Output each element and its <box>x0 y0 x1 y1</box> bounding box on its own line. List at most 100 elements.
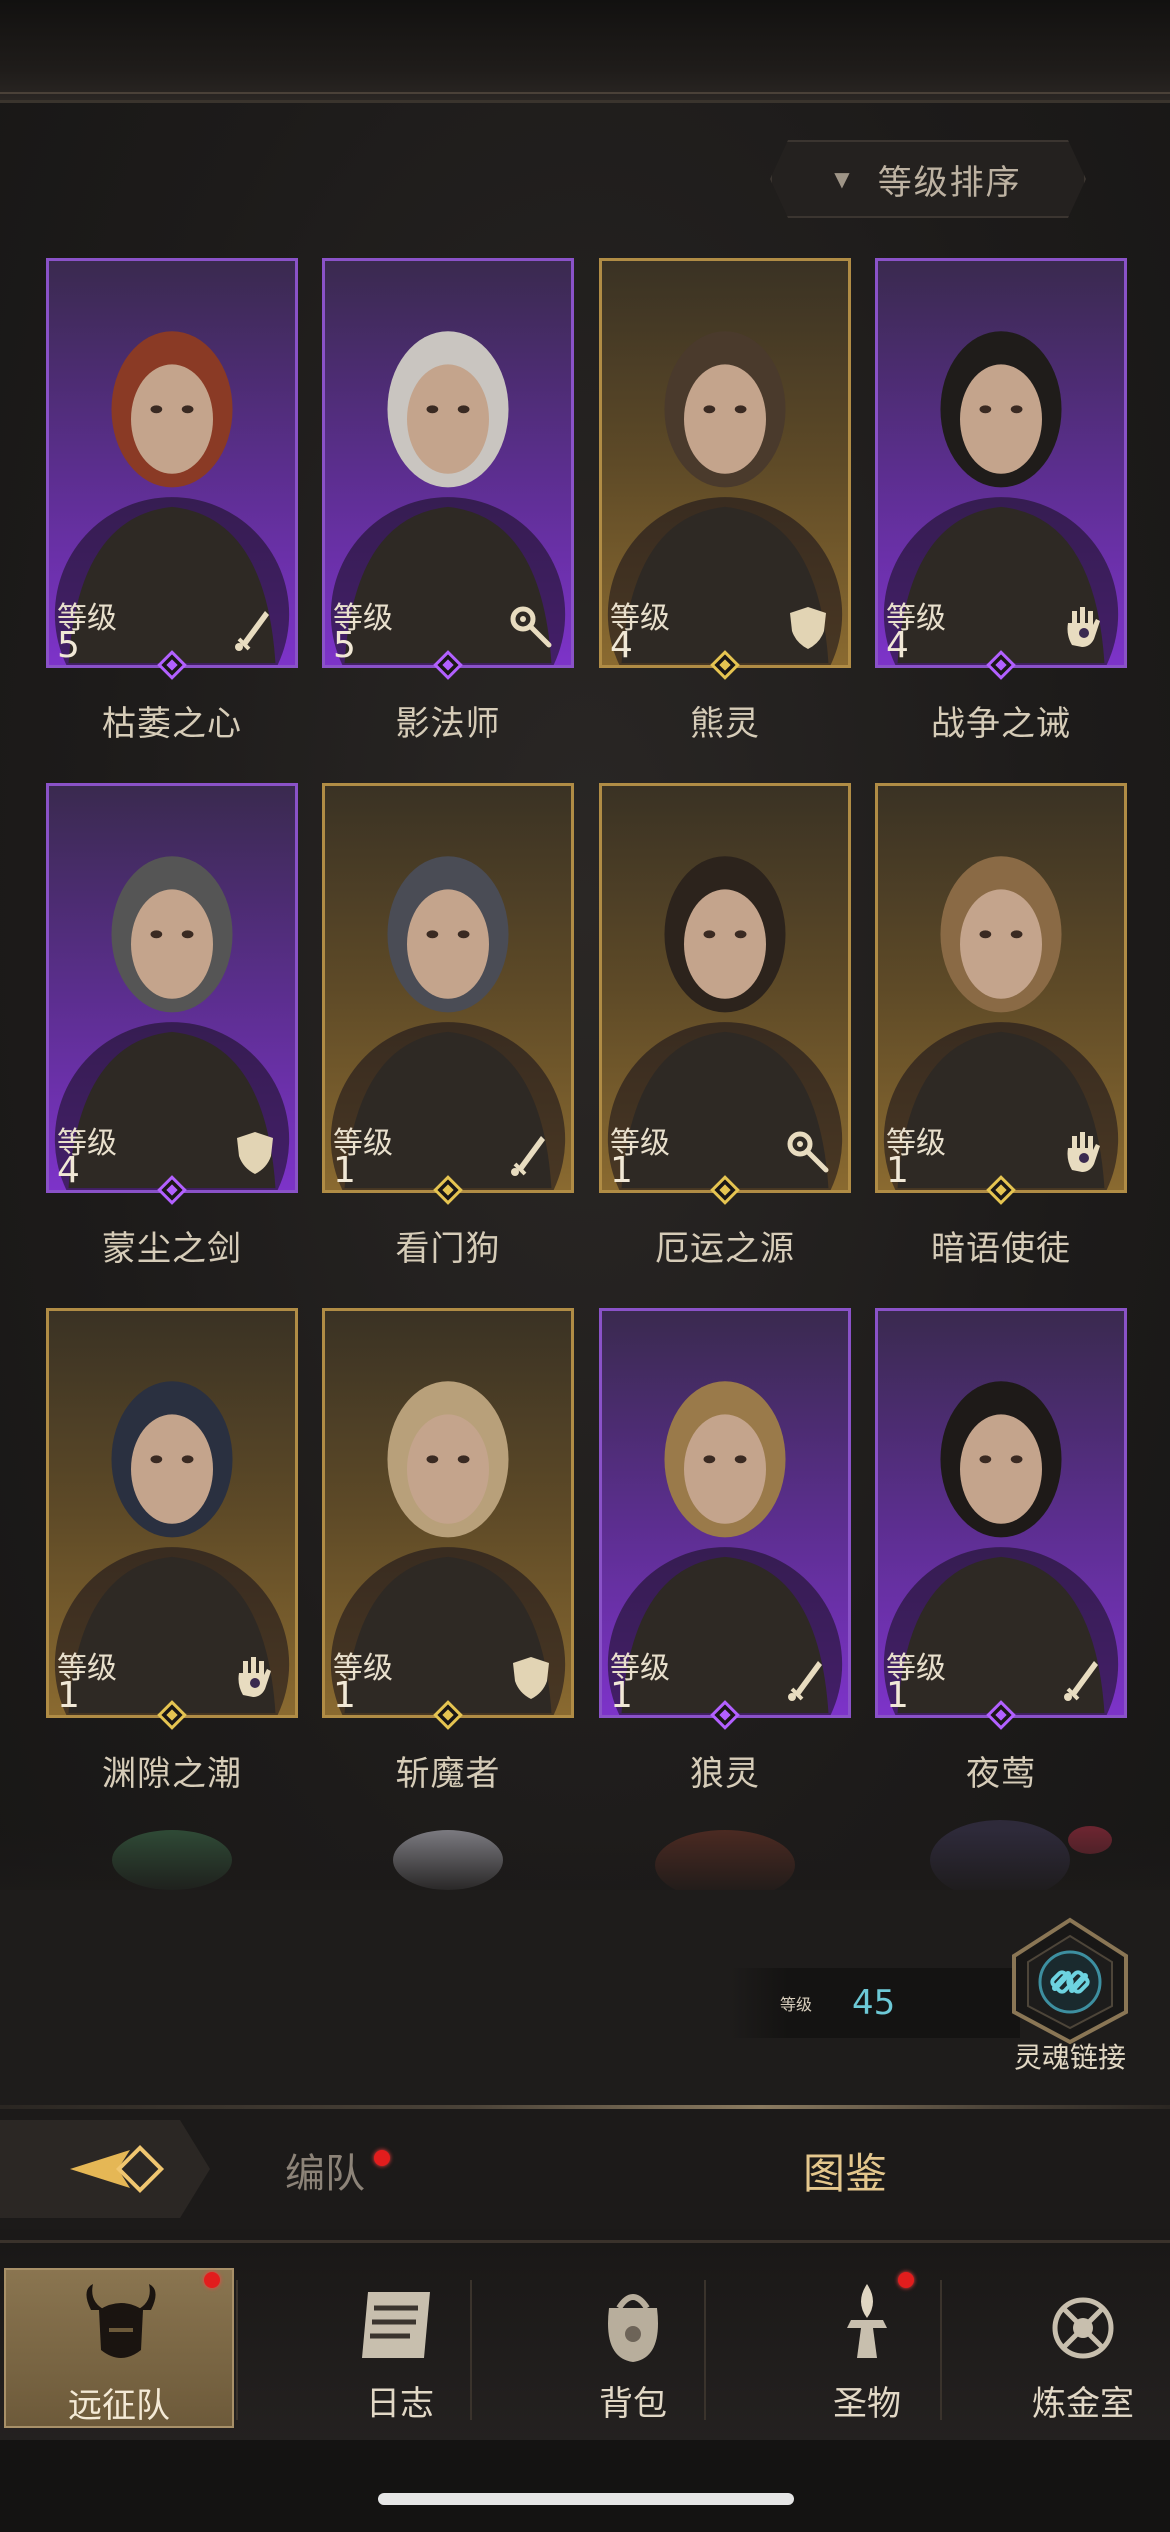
hero-card-frame: 等级 5 <box>46 258 298 668</box>
hero-card-frame: 等级 1 <box>322 1308 574 1718</box>
notification-dot <box>898 2272 914 2288</box>
rarity-gem-icon <box>710 650 740 680</box>
sword-icon <box>511 1136 545 1176</box>
hero-level: 1 <box>886 1675 909 1716</box>
hero-level: 5 <box>333 625 356 666</box>
relic-icon <box>847 2284 887 2358</box>
player-level-value: 45 <box>852 1983 896 2023</box>
nav-separator <box>704 2280 706 2420</box>
rarity-gem-icon <box>433 1700 463 1730</box>
hero-level: 1 <box>57 1675 80 1716</box>
hero-level: 1 <box>333 1150 356 1191</box>
tab-codex-label: 图鉴 <box>802 2148 887 2198</box>
rarity-gem-icon <box>710 1700 740 1730</box>
player-level-label: 等级 <box>780 1995 813 2014</box>
hero-level: 1 <box>886 1150 909 1191</box>
hero-card[interactable]: 等级 1 暗语使徒 <box>875 783 1127 1269</box>
tab-codex[interactable]: 图鉴 <box>760 2130 930 2210</box>
sword-icon <box>788 1661 822 1701</box>
hero-card-frame: 等级 5 <box>322 258 574 668</box>
hero-card[interactable]: 等级 1 夜莺 <box>875 1308 1127 1794</box>
nav-separator <box>470 2280 472 2420</box>
hero-card[interactable]: 等级 1 渊隙之潮 <box>46 1308 298 1794</box>
rarity-gem-icon <box>157 650 187 680</box>
rarity-gem-icon <box>986 1700 1016 1730</box>
tab-formation[interactable]: 编队 <box>240 2130 410 2210</box>
hero-card[interactable]: 等级 4 熊灵 <box>599 258 851 744</box>
hero-card-frame: 等级 4 <box>599 258 851 668</box>
hero-card-frame: 等级 4 <box>46 783 298 1193</box>
hero-card-frame: 等级 1 <box>875 783 1127 1193</box>
hand-icon <box>1067 1132 1100 1172</box>
sword-icon <box>235 611 269 651</box>
nav-separator <box>236 2280 238 2420</box>
soul-link-button[interactable]: 灵魂链接 <box>1000 1916 1140 2076</box>
hero-level: 5 <box>57 625 80 666</box>
hero-name: 渊隙之潮 <box>102 1754 242 1794</box>
rarity-gem-icon <box>157 1175 187 1205</box>
hero-card-frame: 等级 1 <box>599 1308 851 1718</box>
hero-card[interactable]: 等级 4 蒙尘之剑 <box>46 783 298 1269</box>
scroll-icon <box>362 2292 430 2358</box>
shield-icon <box>237 1132 273 1174</box>
nav-item[interactable]: 日志 <box>295 2268 505 2428</box>
hero-card[interactable]: 等级 4 战争之诫 <box>875 258 1127 744</box>
rarity-gem-icon <box>157 1700 187 1730</box>
nav-item[interactable]: 远征队 <box>4 2268 234 2428</box>
nav-item-label: 远征队 <box>68 2386 170 2426</box>
nav-separator <box>940 2280 942 2420</box>
soul-link-icon <box>1012 1917 1128 2045</box>
hero-card-frame: 等级 1 <box>875 1308 1127 1718</box>
nav-item-label: 背包 <box>599 2384 667 2424</box>
sword-icon <box>1064 1661 1098 1701</box>
hero-level: 4 <box>57 1150 80 1191</box>
hand-icon <box>1067 607 1100 647</box>
hero-level: 1 <box>610 1675 633 1716</box>
sort-label: 等级排序 <box>877 162 1022 203</box>
sort-dropdown-button[interactable]: ▼ 等级排序 <box>770 140 1086 218</box>
bag-icon <box>608 2294 658 2362</box>
nav-item[interactable]: 炼金室 <box>998 2268 1168 2428</box>
rarity-gem-icon <box>710 1175 740 1205</box>
hero-card[interactable]: 等级 1 斩魔者 <box>322 1308 574 1794</box>
hero-name: 蒙尘之剑 <box>102 1229 242 1269</box>
alchemy-icon <box>1052 2297 1114 2359</box>
hero-name: 看门狗 <box>395 1229 501 1269</box>
hero-level: 1 <box>333 1675 356 1716</box>
hero-name: 影法师 <box>395 704 501 744</box>
hero-name: 战争之诫 <box>931 704 1071 744</box>
shield-icon <box>513 1657 549 1699</box>
hero-level: 1 <box>610 1150 633 1191</box>
nav-item[interactable]: 背包 <box>528 2268 738 2428</box>
hero-card[interactable]: 等级 1 看门狗 <box>322 783 574 1269</box>
hero-name: 暗语使徒 <box>931 1229 1071 1269</box>
hero-name: 熊灵 <box>690 704 760 744</box>
rarity-gem-icon <box>986 1175 1016 1205</box>
soul-link-label: 灵魂链接 <box>1013 2041 1126 2074</box>
shield-icon <box>790 607 826 649</box>
hero-card-frame: 等级 1 <box>322 783 574 1193</box>
rarity-gem-icon <box>433 650 463 680</box>
arrow-diamond-icon <box>70 2144 165 2194</box>
hero-card[interactable]: 等级 5 枯萎之心 <box>46 258 298 744</box>
top-ornamental-border <box>0 0 1170 103</box>
hero-name: 厄运之源 <box>655 1229 795 1269</box>
back-tab-button[interactable] <box>0 2120 210 2218</box>
hero-level: 4 <box>610 625 633 666</box>
hero-name: 夜莺 <box>966 1754 1036 1794</box>
hero-card[interactable]: 等级 1 厄运之源 <box>599 783 851 1269</box>
bottom-ornamental-border <box>0 2440 1170 2532</box>
rarity-gem-icon <box>986 650 1016 680</box>
tab-formation-label: 编队 <box>285 2151 365 2197</box>
rarity-gem-icon <box>433 1175 463 1205</box>
notification-dot <box>204 2272 220 2288</box>
hero-card[interactable]: 等级 5 影法师 <box>322 258 574 744</box>
hero-name: 枯萎之心 <box>102 704 242 744</box>
hero-card-frame: 等级 1 <box>46 1308 298 1718</box>
staff-icon <box>510 606 552 648</box>
hero-level: 4 <box>886 625 909 666</box>
horned-helmet-icon <box>86 2284 156 2358</box>
hero-card[interactable]: 等级 1 狼灵 <box>599 1308 851 1794</box>
staff-icon <box>787 1131 829 1173</box>
home-indicator[interactable] <box>378 2493 794 2505</box>
